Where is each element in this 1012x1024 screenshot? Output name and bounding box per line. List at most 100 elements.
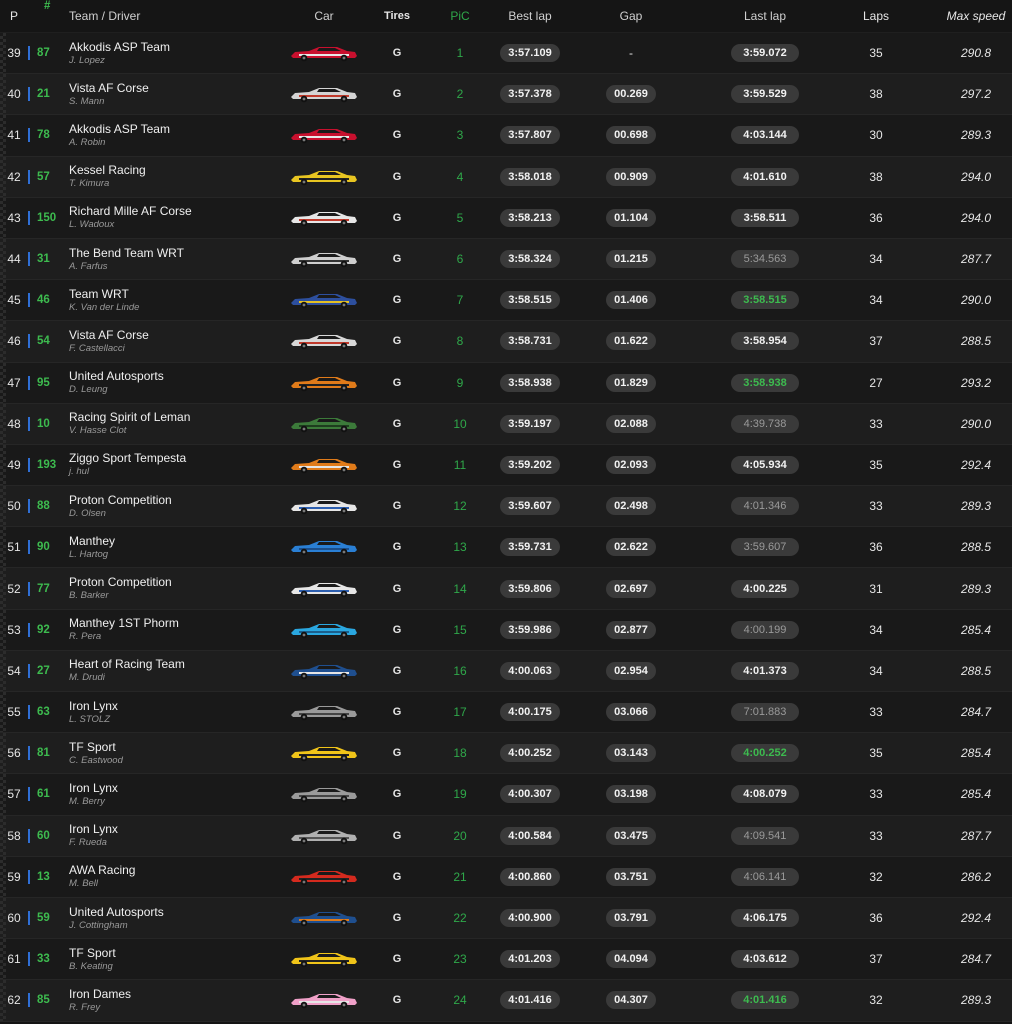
team-driver-cell[interactable]: Iron Dames R. Frey	[66, 987, 272, 1014]
header-tires[interactable]: Tires	[376, 10, 418, 22]
team-driver-cell[interactable]: Proton Competition D. Olsen	[66, 493, 272, 520]
driver-name[interactable]: R. Pera	[69, 631, 272, 643]
team-driver-cell[interactable]: Team WRT K. Van der Linde	[66, 287, 272, 314]
team-driver-cell[interactable]: The Bend Team WRT A. Farfus	[66, 246, 272, 273]
team-name[interactable]: Iron Lynx	[69, 822, 272, 836]
header-gap[interactable]: Gap	[558, 9, 704, 23]
team-name[interactable]: Vista AF Corse	[69, 328, 272, 342]
header-team-driver[interactable]: Team / Driver	[66, 9, 272, 23]
header-pic[interactable]: PiC	[418, 9, 502, 23]
team-name[interactable]: Kessel Racing	[69, 163, 272, 177]
driver-name[interactable]: C. Eastwood	[69, 755, 272, 767]
driver-name[interactable]: S. Mann	[69, 96, 272, 108]
team-driver-cell[interactable]: Iron Lynx L. STOLZ	[66, 699, 272, 726]
driver-name[interactable]: M. Berry	[69, 796, 272, 808]
team-name[interactable]: AWA Racing	[69, 863, 272, 877]
table-row[interactable]: 59 13 AWA Racing M. Bell G 21 4:00.860 0…	[0, 856, 1012, 898]
driver-name[interactable]: M. Drudi	[69, 672, 272, 684]
driver-name[interactable]: V. Hasse Clot	[69, 425, 272, 437]
header-max-speed[interactable]: Max speed	[926, 9, 1012, 23]
team-name[interactable]: Iron Lynx	[69, 699, 272, 713]
team-name[interactable]: Manthey	[69, 534, 272, 548]
team-driver-cell[interactable]: United Autosports D. Leung	[66, 369, 272, 396]
table-row[interactable]: 51 90 Manthey L. Hartog G 13 3:59.731 02…	[0, 527, 1012, 569]
table-row[interactable]: 48 10 Racing Spirit of Leman V. Hasse Cl…	[0, 403, 1012, 445]
driver-name[interactable]: T. Kimura	[69, 178, 272, 190]
team-name[interactable]: Proton Competition	[69, 493, 272, 507]
team-name[interactable]: Akkodis ASP Team	[69, 40, 272, 54]
table-row[interactable]: 45 46 Team WRT K. Van der Linde G 7 3:58…	[0, 280, 1012, 322]
driver-name[interactable]: F. Castellacci	[69, 343, 272, 355]
team-driver-cell[interactable]: Iron Lynx F. Rueda	[66, 822, 272, 849]
team-driver-cell[interactable]: Vista AF Corse F. Castellacci	[66, 328, 272, 355]
driver-name[interactable]: J. Cottingham	[69, 920, 272, 932]
team-name[interactable]: Vista AF Corse	[69, 81, 272, 95]
table-row[interactable]: 50 88 Proton Competition D. Olsen G 12 3…	[0, 486, 1012, 528]
table-row[interactable]: 58 60 Iron Lynx F. Rueda G 20 4:00.584 0…	[0, 815, 1012, 857]
driver-name[interactable]: j. hul	[69, 466, 272, 478]
table-row[interactable]: 40 21 Vista AF Corse S. Mann G 2 3:57.37…	[0, 74, 1012, 116]
table-row[interactable]: 47 95 United Autosports D. Leung G 9 3:5…	[0, 362, 1012, 404]
team-driver-cell[interactable]: Akkodis ASP Team J. Lopez	[66, 40, 272, 67]
team-name[interactable]: Proton Competition	[69, 575, 272, 589]
team-name[interactable]: Iron Lynx	[69, 781, 272, 795]
team-driver-cell[interactable]: Heart of Racing Team M. Drudi	[66, 657, 272, 684]
team-driver-cell[interactable]: Ziggo Sport Tempesta j. hul	[66, 451, 272, 478]
driver-name[interactable]: K. Van der Linde	[69, 302, 272, 314]
team-name[interactable]: United Autosports	[69, 369, 272, 383]
team-name[interactable]: Heart of Racing Team	[69, 657, 272, 671]
driver-name[interactable]: D. Olsen	[69, 508, 272, 520]
team-driver-cell[interactable]: TF Sport B. Keating	[66, 946, 272, 973]
team-driver-cell[interactable]: Racing Spirit of Leman V. Hasse Clot	[66, 410, 272, 437]
table-row[interactable]: 49 193 Ziggo Sport Tempesta j. hul G 11 …	[0, 444, 1012, 487]
driver-name[interactable]: M. Bell	[69, 878, 272, 890]
driver-name[interactable]: L. STOLZ	[69, 714, 272, 726]
table-row[interactable]: 55 63 Iron Lynx L. STOLZ G 17 4:00.175 0…	[0, 692, 1012, 734]
driver-name[interactable]: B. Barker	[69, 590, 272, 602]
driver-name[interactable]: D. Leung	[69, 384, 272, 396]
driver-name[interactable]: R. Frey	[69, 1002, 272, 1014]
team-name[interactable]: United Autosports	[69, 905, 272, 919]
driver-name[interactable]: B. Keating	[69, 961, 272, 973]
team-driver-cell[interactable]: Proton Competition B. Barker	[66, 575, 272, 602]
table-row[interactable]: 42 57 Kessel Racing T. Kimura G 4 3:58.0…	[0, 156, 1012, 198]
table-row[interactable]: 57 61 Iron Lynx M. Berry G 19 4:00.307 0…	[0, 774, 1012, 816]
table-row[interactable]: 61 33 TF Sport B. Keating G 23 4:01.203	[0, 939, 1012, 981]
header-position[interactable]: P	[0, 0, 28, 32]
driver-name[interactable]: F. Rueda	[69, 837, 272, 849]
driver-name[interactable]: A. Farfus	[69, 261, 272, 273]
team-driver-cell[interactable]: United Autosports J. Cottingham	[66, 905, 272, 932]
table-row[interactable]: 53 92 Manthey 1ST Phorm R. Pera G 15 3:5…	[0, 609, 1012, 651]
driver-name[interactable]: L. Hartog	[69, 549, 272, 561]
team-driver-cell[interactable]: Manthey L. Hartog	[66, 534, 272, 561]
table-row[interactable]: 62 85 Iron Dames R. Frey G 24 4:01.416 0…	[0, 980, 1012, 1022]
team-name[interactable]: Iron Dames	[69, 987, 272, 1001]
table-row[interactable]: 52 77 Proton Competition B. Barker G 14 …	[0, 568, 1012, 610]
header-last-lap[interactable]: Last lap	[704, 9, 826, 23]
table-row[interactable]: 60 59 United Autosports J. Cottingham G …	[0, 897, 1012, 940]
driver-name[interactable]: L. Wadoux	[69, 219, 272, 231]
team-name[interactable]: Richard Mille AF Corse	[69, 204, 272, 218]
team-name[interactable]: Team WRT	[69, 287, 272, 301]
driver-name[interactable]: J. Lopez	[69, 55, 272, 67]
team-name[interactable]: Akkodis ASP Team	[69, 122, 272, 136]
team-name[interactable]: Racing Spirit of Leman	[69, 410, 272, 424]
team-driver-cell[interactable]: AWA Racing M. Bell	[66, 863, 272, 890]
table-row[interactable]: 39 87 Akkodis ASP Team J. Lopez G 1 3:57…	[0, 33, 1012, 75]
table-row[interactable]: 43 150 Richard Mille AF Corse L. Wadoux …	[0, 197, 1012, 239]
table-row[interactable]: 56 81 TF Sport C. Eastwood G 18 4:00.252	[0, 733, 1012, 775]
header-laps[interactable]: Laps	[826, 9, 926, 23]
team-name[interactable]: TF Sport	[69, 740, 272, 754]
team-driver-cell[interactable]: Iron Lynx M. Berry	[66, 781, 272, 808]
table-row[interactable]: 41 78 Akkodis ASP Team A. Robin G 3 3:57…	[0, 115, 1012, 157]
team-name[interactable]: TF Sport	[69, 946, 272, 960]
header-best-lap[interactable]: Best lap	[502, 9, 558, 23]
team-driver-cell[interactable]: TF Sport C. Eastwood	[66, 740, 272, 767]
header-car[interactable]: Car	[272, 9, 376, 23]
team-driver-cell[interactable]: Akkodis ASP Team A. Robin	[66, 122, 272, 149]
table-row[interactable]: 54 27 Heart of Racing Team M. Drudi G 16…	[0, 650, 1012, 692]
team-driver-cell[interactable]: Kessel Racing T. Kimura	[66, 163, 272, 190]
driver-name[interactable]: A. Robin	[69, 137, 272, 149]
table-row[interactable]: 44 31 The Bend Team WRT A. Farfus G 6 3:…	[0, 238, 1012, 281]
team-name[interactable]: The Bend Team WRT	[69, 246, 272, 260]
